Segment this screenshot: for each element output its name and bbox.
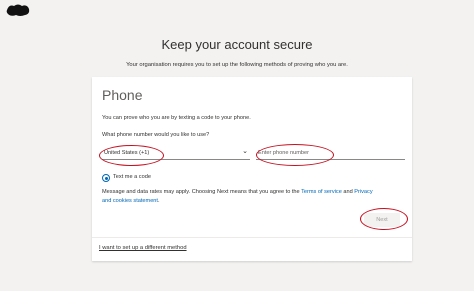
disclaimer-line-2: and cookies statement. bbox=[102, 198, 160, 204]
disclaimer-and: and bbox=[341, 189, 355, 195]
terms-of-service-link[interactable]: Terms of service bbox=[301, 189, 342, 195]
different-method-link[interactable]: I want to set up a different method bbox=[99, 245, 187, 251]
phone-question: What phone number would you like to use? bbox=[102, 132, 210, 138]
chevron-down-icon: ⌄ bbox=[242, 148, 248, 155]
disclaimer-line-1: Message and data rates may apply. Choosi… bbox=[102, 189, 373, 195]
annotation-circle-country bbox=[99, 145, 164, 166]
card-title: Phone bbox=[102, 87, 143, 103]
page-title: Keep your account secure bbox=[161, 37, 313, 52]
privacy-link[interactable]: Privacy bbox=[354, 189, 372, 195]
text-me-code-label: Text me a code bbox=[113, 174, 151, 180]
phone-setup-card: Phone You can prove who you are by texti… bbox=[92, 77, 412, 261]
card-divider bbox=[92, 237, 412, 238]
annotation-circle-next bbox=[360, 208, 408, 230]
cookies-statement-link[interactable]: and cookies statement bbox=[102, 198, 158, 204]
disclaimer-period: . bbox=[157, 198, 160, 204]
page-subtitle: Your organisation requires you to set up… bbox=[126, 62, 348, 68]
intro-text: You can prove who you are by texting a c… bbox=[102, 115, 251, 121]
organization-logo bbox=[6, 4, 30, 16]
disclaimer-prefix: Message and data rates may apply. Choosi… bbox=[102, 189, 302, 195]
text-me-code-radio[interactable] bbox=[102, 174, 110, 182]
annotation-circle-phone bbox=[256, 144, 334, 166]
